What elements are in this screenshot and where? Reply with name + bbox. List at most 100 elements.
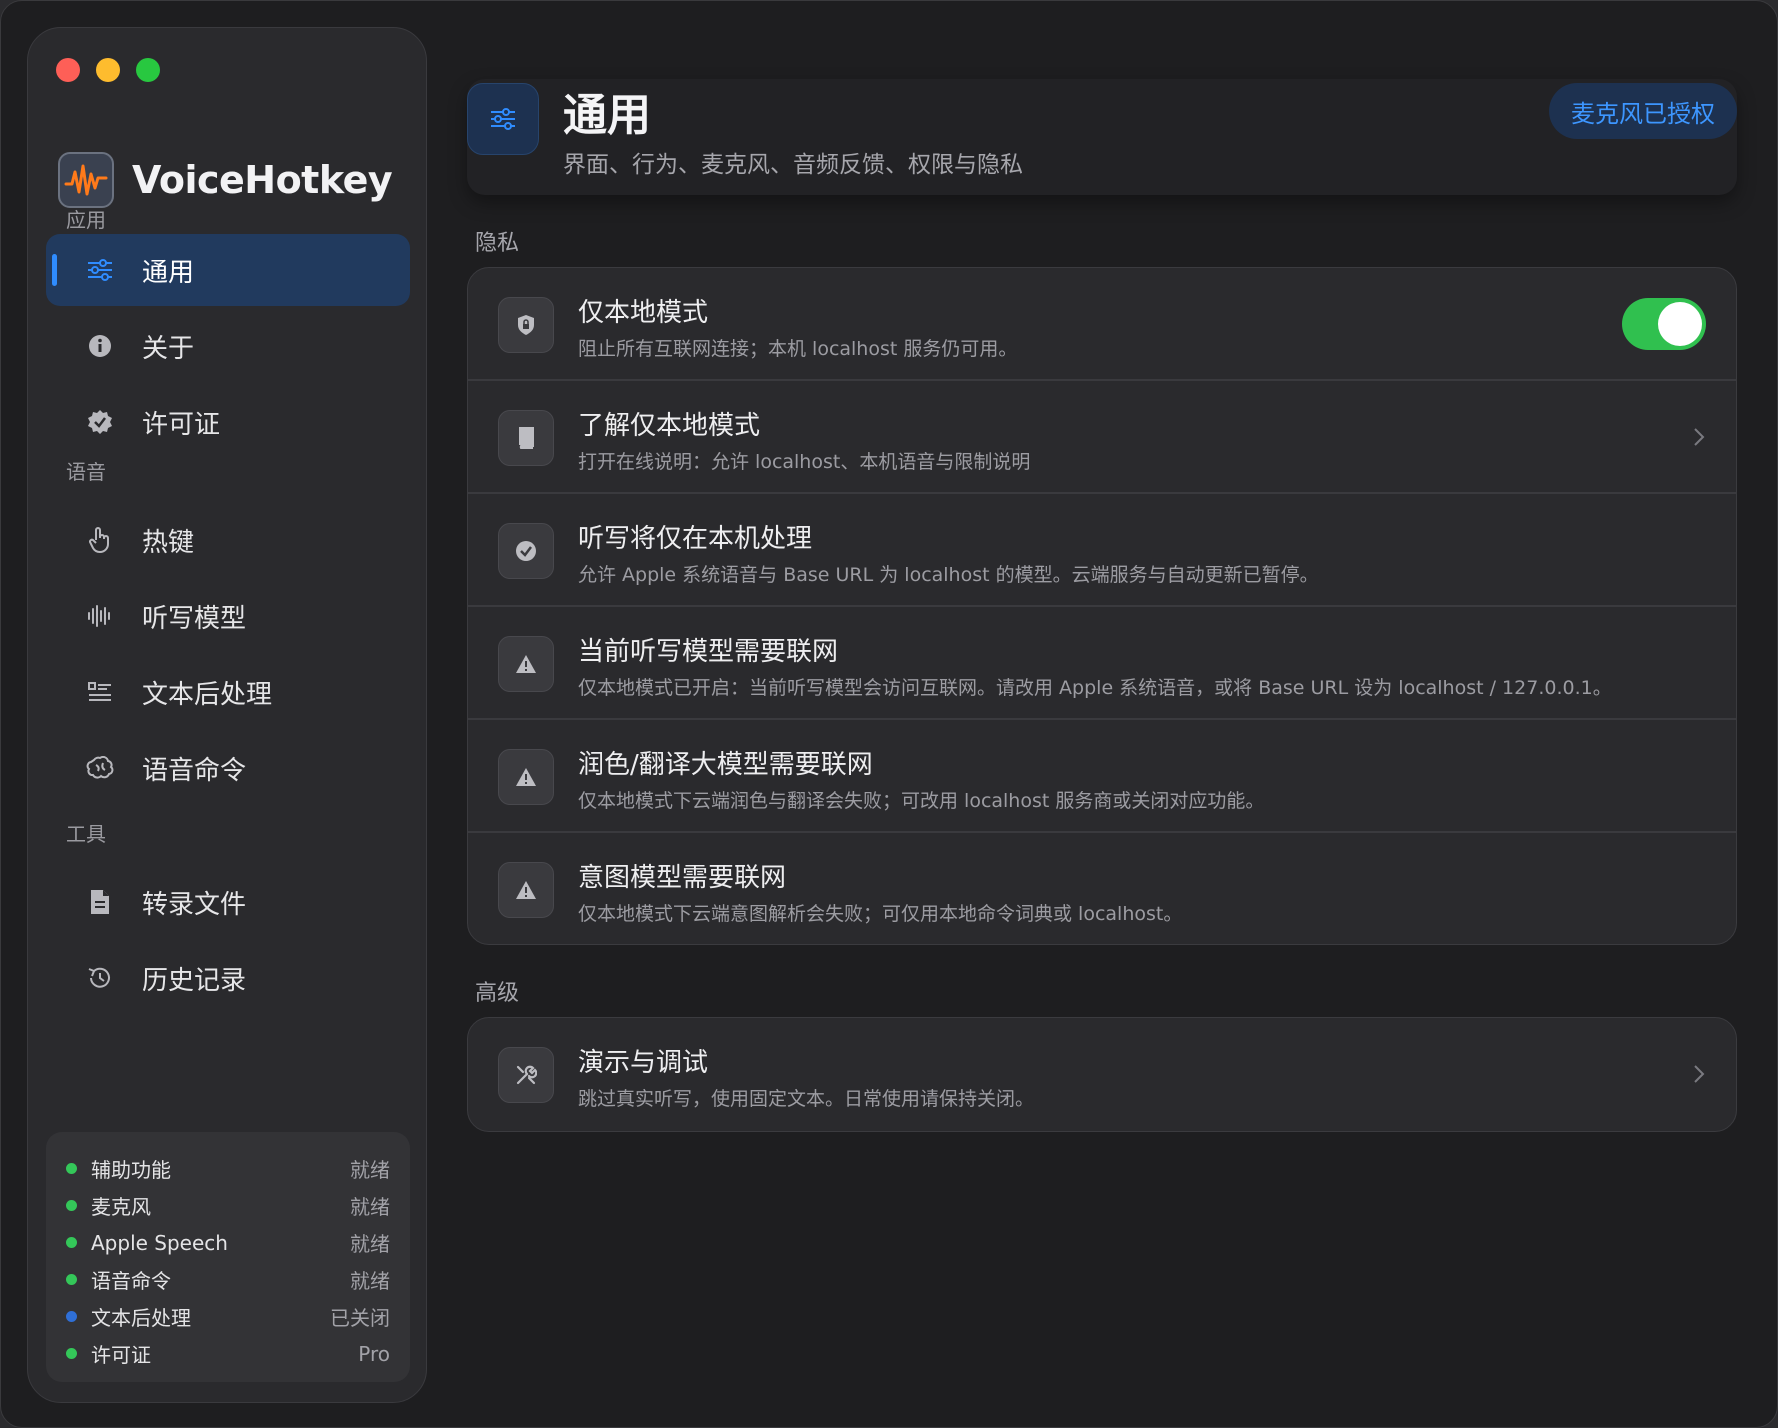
warning-icon [498,862,554,918]
sidebar-item-history[interactable]: 历史记录 [46,942,410,1014]
brain-icon [86,754,114,782]
status-name: 许可证 [91,1343,151,1367]
warning-icon [498,749,554,805]
chevron-right-icon [1694,428,1705,446]
status-dot [66,1311,77,1322]
tools-icon [498,1047,554,1103]
sidebar-item-label: 通用 [142,257,195,288]
check-circle-icon [498,523,554,579]
row-title: 润色/翻译大模型需要联网 [578,750,873,780]
row-local-only-mode: 仅本地模式 阻止所有互联网连接；本机 localhost 服务仍可用。 [468,268,1736,381]
sidebar-item-general[interactable]: 通用 [46,234,410,306]
app-logo-icon [58,152,114,208]
advanced-card: 演示与调试 跳过真实听写，使用固定文本。日常使用请保持关闭。 [467,1017,1737,1132]
sidebar-item-transcribe-file[interactable]: 转录文件 [46,866,410,938]
hand-pointer-icon [86,526,114,554]
brand: VoiceHotkey [58,152,393,208]
status-dot [66,1348,77,1359]
row-description: 允许 Apple 系统语音与 Base URL 为 localhost 的模型。… [578,564,1319,586]
row-description: 仅本地模式已开启：当前听写模型会访问互联网。请改用 Apple 系统语音，或将 … [578,677,1612,699]
status-row-microphone: 麦克风 就绪 [66,1187,390,1224]
row-description: 打开在线说明：允许 localhost、本机语音与限制说明 [578,451,1031,473]
status-dot [66,1163,77,1174]
sidebar-item-dictation-model[interactable]: 听写模型 [46,580,410,652]
status-value: 就绪 [350,1158,390,1182]
sidebar-item-label: 语音命令 [142,755,247,786]
privacy-card: 仅本地模式 阻止所有互联网连接；本机 localhost 服务仍可用。 了解仅本… [467,267,1737,945]
group-label-privacy: 隐私 [475,231,520,256]
page-header: 通用 界面、行为、麦克风、音频反馈、权限与隐私 麦克风已授权 [467,79,1737,195]
page-subtitle: 界面、行为、麦克风、音频反馈、权限与隐私 [563,152,1023,178]
row-title: 演示与调试 [578,1048,709,1078]
status-row-voice-command: 语音命令 就绪 [66,1261,390,1298]
row-description: 阻止所有互联网连接；本机 localhost 服务仍可用。 [578,338,1018,360]
minimize-window-button[interactable] [96,58,120,82]
row-polish-translate-needs-network: 润色/翻译大模型需要联网 仅本地模式下云端润色与翻译会失败；可改用 localh… [468,720,1736,833]
row-description: 仅本地模式下云端润色与翻译会失败；可改用 localhost 服务商或关闭对应功… [578,790,1265,812]
status-dot [66,1237,77,1248]
status-name: 麦克风 [91,1195,151,1219]
chevron-right-icon [1694,1065,1705,1083]
status-value: Pro [358,1341,390,1366]
history-icon [86,964,114,992]
status-dot [66,1274,77,1285]
zoom-window-button[interactable] [136,58,160,82]
sidebar-item-label: 热键 [142,527,195,558]
row-intent-model-needs-network: 意图模型需要联网 仅本地模式下云端意图解析会失败；可仅用本地命令词典或 loca… [468,833,1736,944]
lock-shield-icon [498,297,554,353]
document-icon [86,888,114,916]
info-icon [86,332,114,360]
status-row-accessibility: 辅助功能 就绪 [66,1150,390,1187]
row-title: 意图模型需要联网 [578,863,787,893]
sidebar-item-voice-command[interactable]: 语音命令 [46,732,410,804]
sidebar-item-text-postprocess[interactable]: 文本后处理 [46,656,410,728]
status-value: 就绪 [350,1232,390,1256]
row-title: 当前听写模型需要联网 [578,637,839,667]
app-name: VoiceHotkey [132,158,393,202]
row-title: 了解仅本地模式 [578,411,761,441]
group-label-advanced: 高级 [475,981,520,1006]
sliders-icon [467,83,539,155]
row-demo-debug[interactable]: 演示与调试 跳过真实听写，使用固定文本。日常使用请保持关闭。 [468,1018,1736,1131]
local-only-toggle[interactable] [1622,298,1706,350]
section-label-voice: 语音 [66,460,106,484]
row-dictation-needs-network: 当前听写模型需要联网 仅本地模式已开启：当前听写模型会访问互联网。请改用 App… [468,607,1736,720]
status-row-license: 许可证 Pro [66,1335,390,1372]
status-name: 语音命令 [91,1269,171,1293]
sidebar-item-label: 历史记录 [142,965,247,996]
sidebar-item-license[interactable]: 许可证 [46,386,410,458]
status-name: Apple Speech [91,1230,228,1255]
mic-authorized-badge[interactable]: 麦克风已授权 [1549,83,1737,139]
status-value: 已关闭 [330,1306,390,1330]
sidebar-item-label: 关于 [142,333,195,364]
sidebar: VoiceHotkey 应用 通用 关于 许可证 语音 热键 听写模型 文本后处… [27,27,427,1403]
warning-icon [498,636,554,692]
close-window-button[interactable] [56,58,80,82]
status-dot [66,1200,77,1211]
status-panel: 辅助功能 就绪 麦克风 就绪 Apple Speech 就绪 语音命令 就绪 文… [46,1132,410,1382]
text-list-icon [86,678,114,706]
row-description: 仅本地模式下云端意图解析会失败；可仅用本地命令词典或 localhost。 [578,903,1183,925]
section-label-tools: 工具 [66,822,106,846]
row-learn-local-only[interactable]: 了解仅本地模式 打开在线说明：允许 localhost、本机语音与限制说明 [468,381,1736,494]
seal-check-icon [86,408,114,436]
row-description: 跳过真实听写，使用固定文本。日常使用请保持关闭。 [578,1088,1035,1110]
book-icon [498,410,554,466]
status-value: 就绪 [350,1269,390,1293]
waveform-icon [86,602,114,630]
sidebar-item-about[interactable]: 关于 [46,310,410,382]
sidebar-item-hotkey[interactable]: 热键 [46,504,410,576]
status-name: 文本后处理 [91,1306,191,1330]
sidebar-item-label: 听写模型 [142,603,247,634]
status-row-apple-speech: Apple Speech 就绪 [66,1224,390,1261]
app-window: VoiceHotkey 应用 通用 关于 许可证 语音 热键 听写模型 文本后处… [0,0,1778,1428]
row-local-processing: 听写将仅在本机处理 允许 Apple 系统语音与 Base URL 为 loca… [468,494,1736,607]
section-label-app: 应用 [66,208,106,232]
sidebar-item-label: 许可证 [142,409,221,440]
sidebar-item-label: 转录文件 [142,889,247,920]
row-title: 听写将仅在本机处理 [578,524,813,554]
status-name: 辅助功能 [91,1158,171,1182]
status-value: 就绪 [350,1195,390,1219]
sliders-icon [86,256,114,284]
window-controls [56,58,160,82]
